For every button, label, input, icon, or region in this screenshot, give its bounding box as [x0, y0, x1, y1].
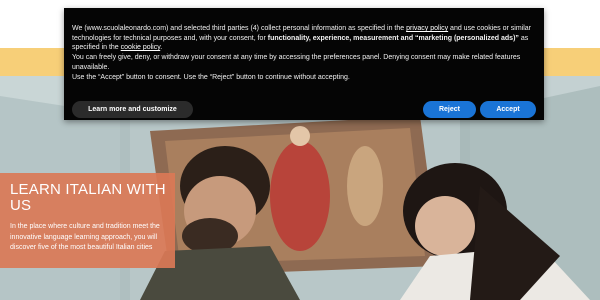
hero-info-box: LEARN ITALIAN WITH US In the place where…	[0, 173, 175, 268]
cookie-policy-link[interactable]: cookie policy	[121, 44, 161, 51]
cookie-consent-info: You can freely give, deny, or withdraw y…	[72, 54, 521, 71]
cookie-text-intro: We (www.scuolaleonardo.com) and selected…	[72, 25, 407, 32]
cookie-purposes: functionality, experience, measurement a…	[267, 34, 519, 42]
cookie-button-instructions: Use the “Accept” button to consent. Use …	[72, 73, 350, 81]
privacy-policy-link[interactable]: privacy policy	[406, 25, 448, 32]
hero-title: LEARN ITALIAN WITH US	[10, 181, 166, 214]
reject-button[interactable]: Reject	[423, 101, 476, 118]
cookie-consent-banner: We (www.scuolaleonardo.com) and selected…	[64, 8, 544, 120]
learn-more-button[interactable]: Learn more and customize	[72, 101, 193, 118]
hero-description: In the place where culture and tradition…	[10, 223, 160, 251]
cookie-text-end: .	[160, 44, 163, 52]
accept-button[interactable]: Accept	[480, 101, 536, 118]
cookie-notice-paragraph: We (www.scuolaleonardo.com) and selected…	[72, 24, 536, 53]
